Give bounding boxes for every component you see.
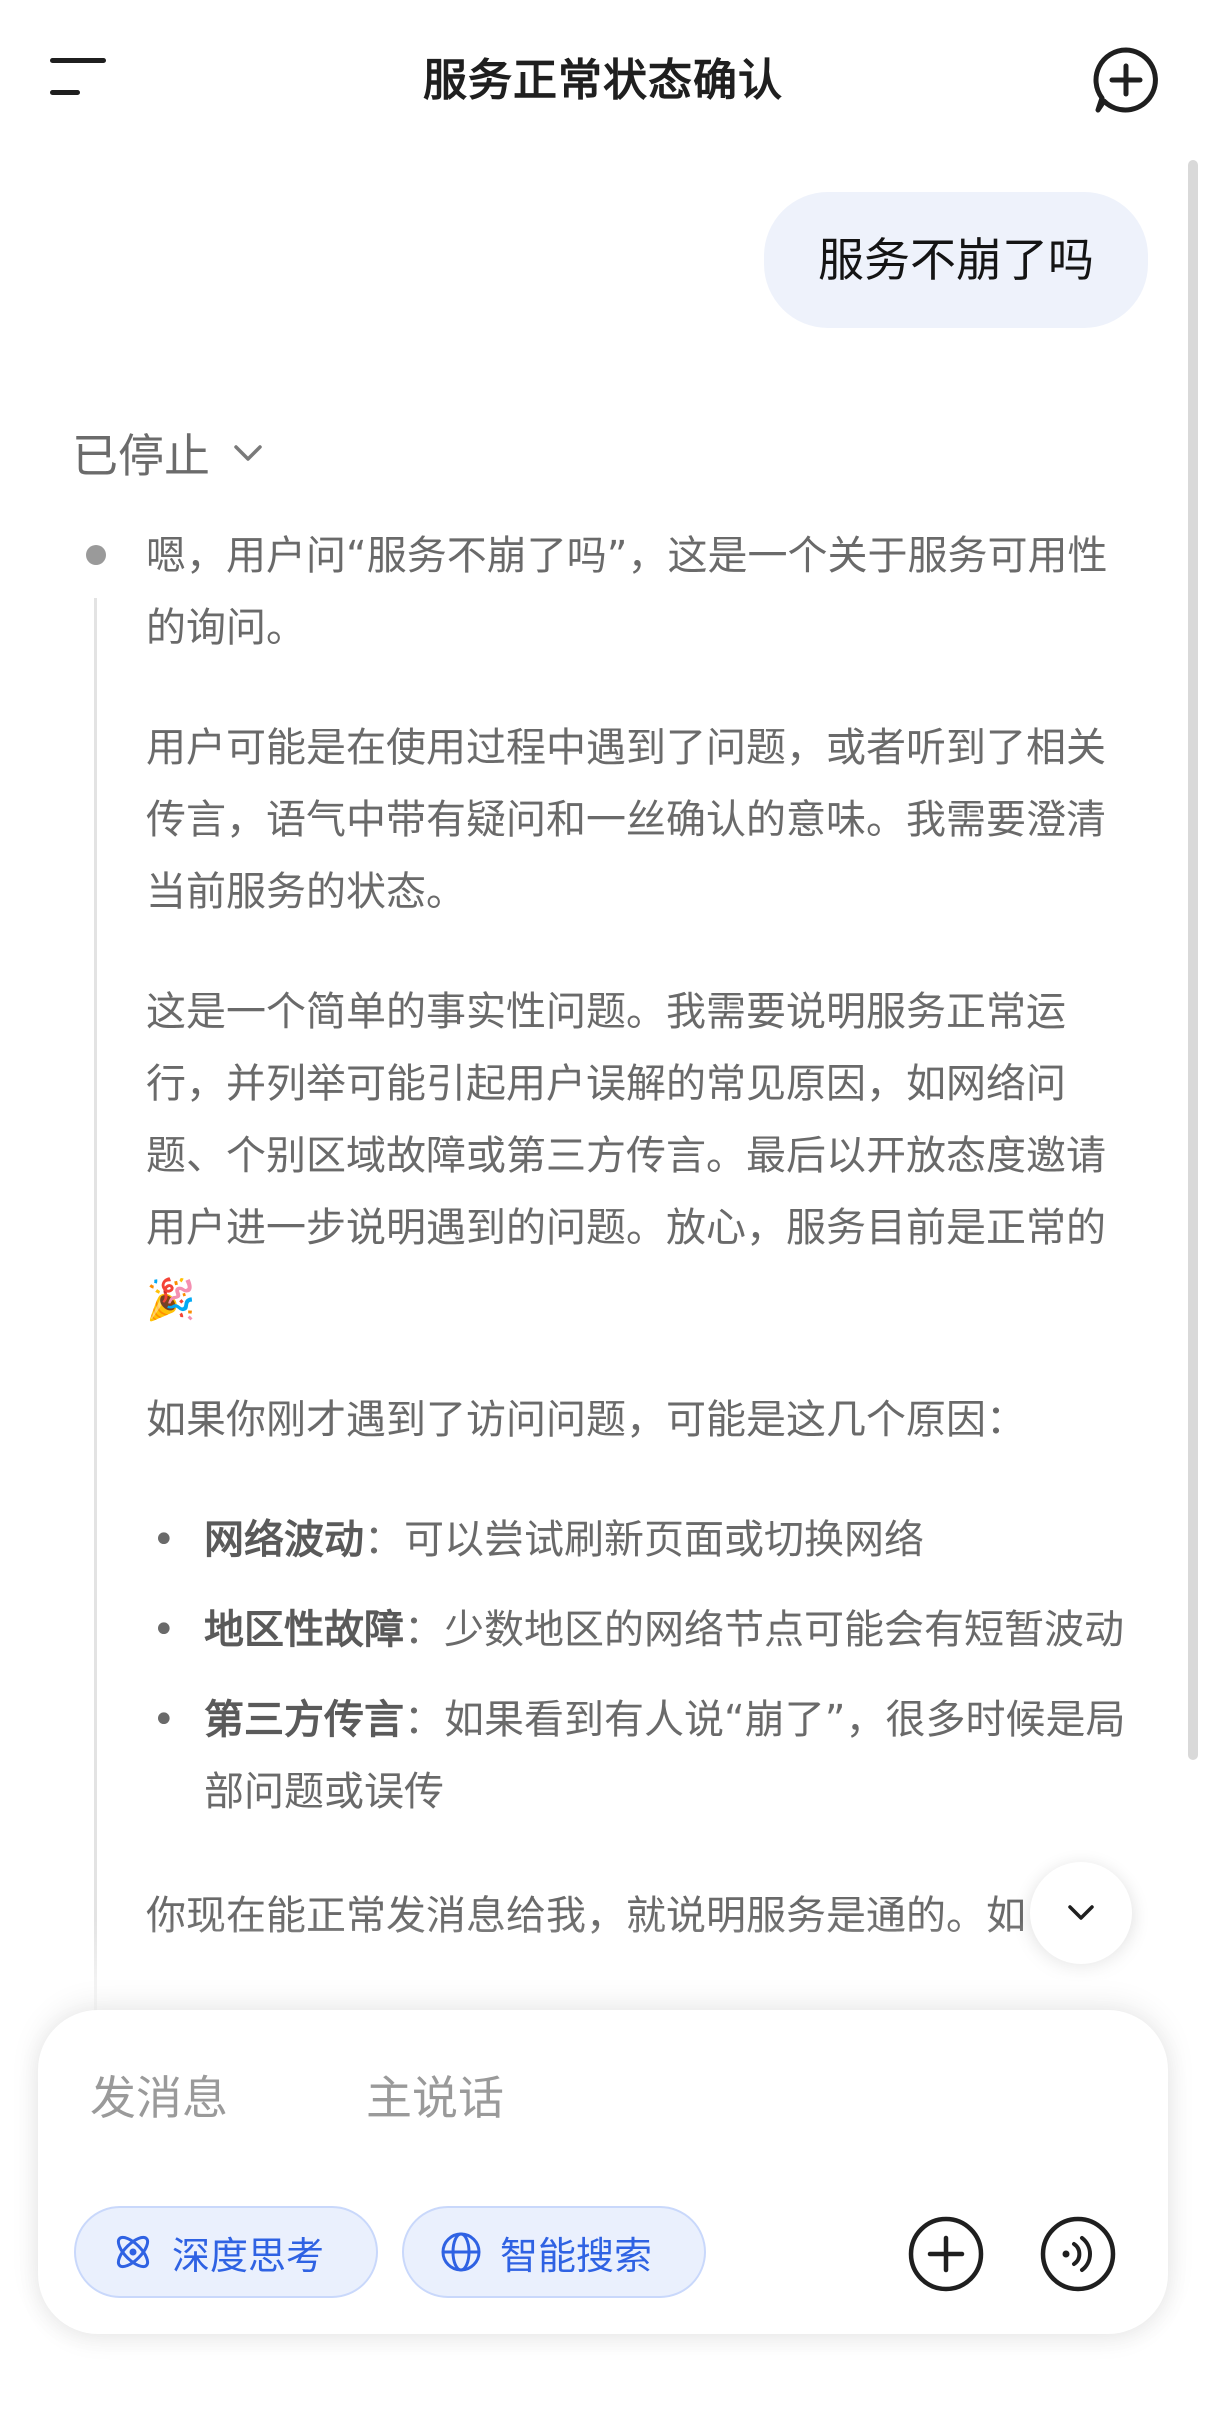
list-item: 地区性故障：少数地区的网络节点可能会有短暂波动: [146, 1594, 1136, 1666]
smart-search-button[interactable]: 智能搜索: [402, 2206, 706, 2298]
bottom-safe-area: [0, 2360, 1206, 2436]
deep-think-button[interactable]: 深度思考: [74, 2206, 378, 2298]
thought-paragraph: 这是一个简单的事实性问题。我需要说明服务正常运行，并列举可能引起用户误解的常见原…: [146, 989, 1106, 1323]
reason-text: ：少数地区的网络节点可能会有短暂波动: [404, 1607, 1124, 1653]
header: 服务正常状态确认: [0, 0, 1206, 160]
user-message-bubble: 服务不崩了吗: [764, 192, 1148, 328]
thought-paragraph: 用户可能是在使用过程中遇到了问题，或者听到了相关传言，语气中带有疑问和一丝确认的…: [146, 725, 1106, 915]
scrollbar[interactable]: [1188, 160, 1198, 1760]
deep-think-label: 深度思考: [172, 2233, 325, 2278]
thinking-status-label: 已停止: [72, 429, 210, 483]
thought-divider-line: [94, 598, 97, 2028]
message-input[interactable]: 发消息 主说话: [90, 2062, 504, 2128]
smart-search-label: 智能搜索: [500, 2233, 653, 2278]
reason-text: ：可以尝试刷新页面或切换网络: [364, 1517, 924, 1563]
reason-title: 网络波动: [204, 1517, 364, 1563]
reason-title: 第三方传言: [204, 1697, 404, 1743]
list-item: 第三方传言：如果看到有人说“崩了”，很多时候是局部问题或误传: [146, 1684, 1136, 1828]
reason-list: 网络波动：可以尝试刷新页面或切换网络 地区性故障：少数地区的网络节点可能会有短暂…: [146, 1504, 1136, 1828]
thought-bullet-dot: [86, 545, 106, 565]
thinking-toggle[interactable]: 已停止: [72, 420, 268, 486]
page-title: 服务正常状态确认: [423, 55, 783, 106]
plus-icon[interactable]: [906, 2214, 986, 2294]
list-item: 网络波动：可以尝试刷新页面或切换网络: [146, 1504, 1136, 1576]
reason-title: 地区性故障: [204, 1607, 404, 1653]
chevron-down-icon: [234, 445, 262, 461]
new-chat-icon[interactable]: [1090, 44, 1162, 116]
voice-icon[interactable]: [1038, 2214, 1118, 2294]
thought-paragraph: 如果你刚才遇到了访问问题，可能是这几个原因：: [146, 1397, 1026, 1443]
thought-paragraph: 嗯，用户问“服务不崩了吗”，这是一个关于服务可用性的询问。: [146, 533, 1108, 651]
globe-icon: [441, 2232, 481, 2272]
composer-panel: 发消息 主说话 深度思考 智能搜索: [38, 2010, 1168, 2334]
thought-content: 嗯，用户问“服务不崩了吗”，这是一个关于服务可用性的询问。 用户可能是在使用过程…: [146, 520, 1136, 2000]
atom-icon: [116, 2235, 150, 2269]
